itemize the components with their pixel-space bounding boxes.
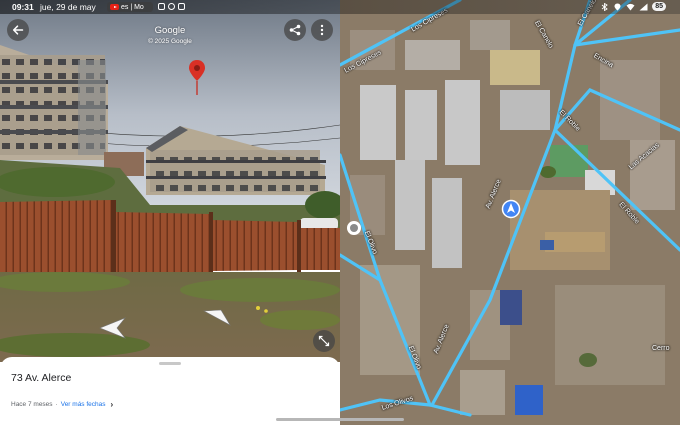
sheet-drag-handle[interactable] <box>159 362 181 365</box>
signal-icon <box>639 3 648 10</box>
share-button[interactable] <box>284 19 306 41</box>
gallery-icon <box>178 3 185 10</box>
meta-separator: · <box>55 401 58 408</box>
expand-button[interactable] <box>313 330 335 352</box>
location-pin-icon <box>189 60 205 95</box>
status-right-icons: 85 <box>600 2 666 11</box>
status-date: jue, 29 de may <box>40 2 96 12</box>
status-bar: 09:31 jue, 29 de may es | Mo 85 <box>0 0 680 14</box>
bluetooth-icon <box>601 2 608 11</box>
street-view-copyright: © 2025 Google <box>148 38 192 45</box>
gesture-navigation-bar[interactable] <box>276 418 404 421</box>
satellite-map-panel[interactable]: Los Cipreses Los Cipreses El Canelo El C… <box>340 0 680 425</box>
street-view-panel[interactable]: Google © 2025 Google 73 Av. Alerce Hace … <box>0 0 340 425</box>
current-location-icon[interactable] <box>501 199 521 219</box>
notification-text: es | Mo <box>121 3 144 11</box>
youtube-icon <box>110 4 119 10</box>
imagery-date-row: Hace 7 meses · Ver más fechas › <box>11 400 113 409</box>
battery-level: 85 <box>652 2 666 11</box>
back-button[interactable] <box>7 19 29 41</box>
place-address: 73 Av. Alerce <box>11 372 72 384</box>
navigate-left-arrow-icon[interactable] <box>99 317 129 339</box>
screenshot-icon <box>158 3 165 10</box>
see-more-dates-link[interactable]: Ver más fechas <box>61 401 106 408</box>
chevron-right-icon[interactable]: › <box>111 400 114 409</box>
more-vert-icon <box>320 24 324 36</box>
street-view-title: Google <box>154 25 186 36</box>
arrow-back-icon <box>12 25 24 35</box>
status-time: 09:31 <box>12 2 34 12</box>
place-bottom-sheet[interactable]: 73 Av. Alerce Hace 7 meses · Ver más fec… <box>0 357 340 425</box>
street-label-cerro: Cerro <box>652 345 670 352</box>
expand-icon <box>318 335 330 347</box>
location-status-icon <box>614 3 621 10</box>
instagram-icon <box>168 3 175 10</box>
wifi-icon <box>626 3 635 10</box>
notification-chip: es | Mo <box>107 2 153 12</box>
navigate-forward-arrow-icon[interactable] <box>203 306 231 326</box>
imagery-age: Hace 7 meses <box>11 401 53 408</box>
share-icon <box>289 24 301 36</box>
more-options-button[interactable] <box>311 19 333 41</box>
